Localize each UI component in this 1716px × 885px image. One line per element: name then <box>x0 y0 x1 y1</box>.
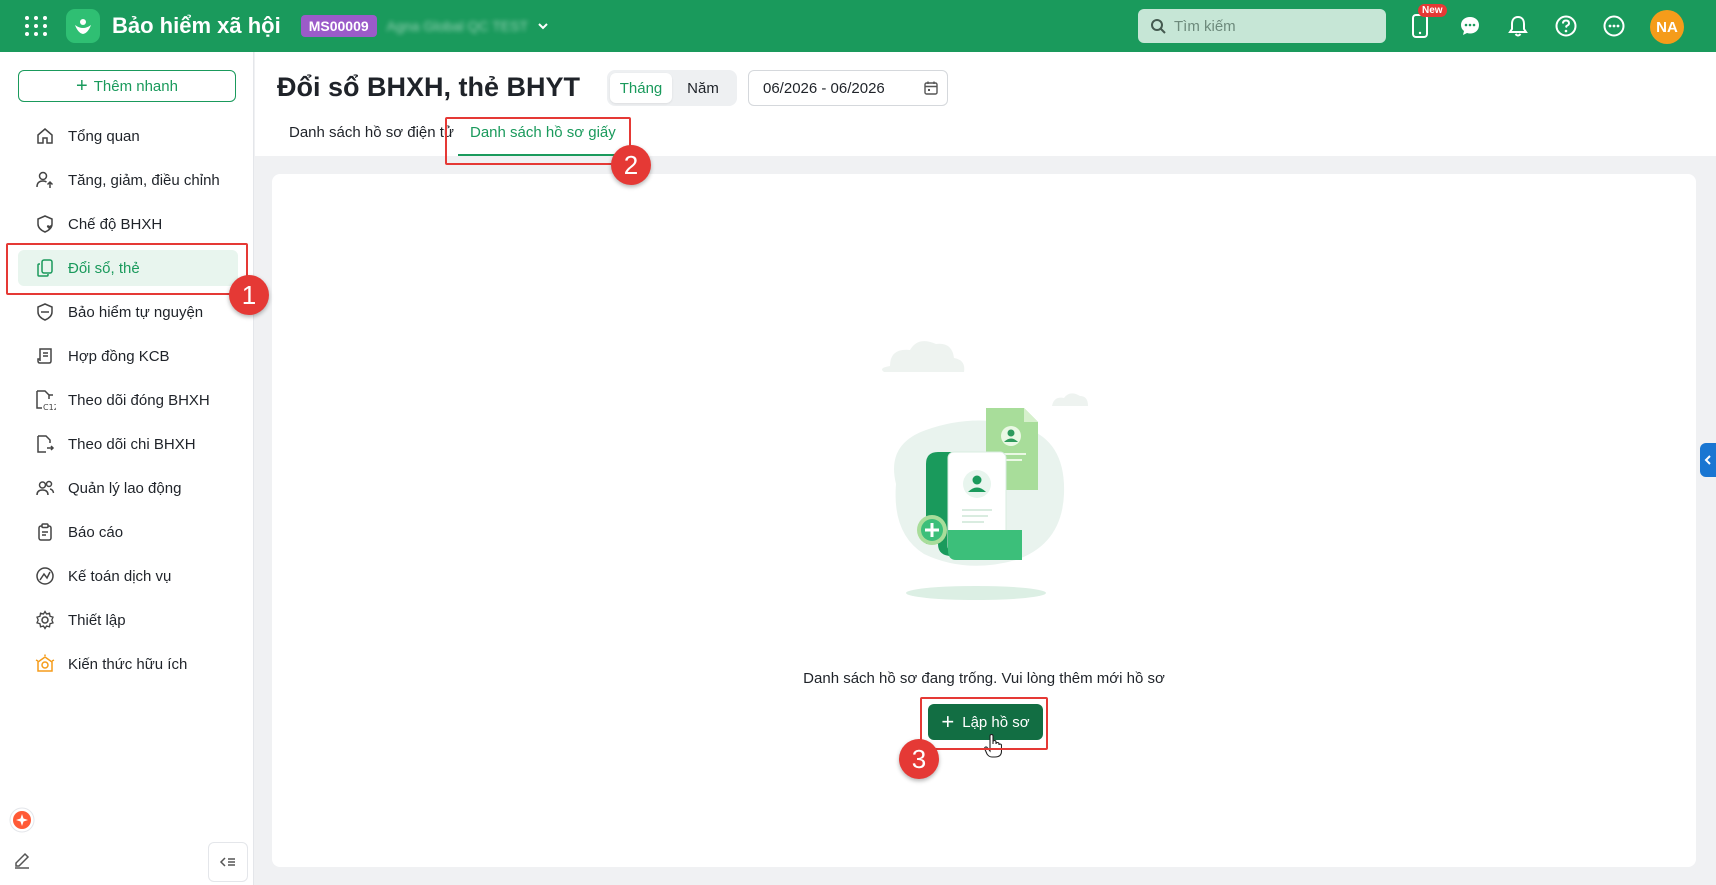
sidebar-item-label: Theo dõi đóng BHXH <box>68 391 210 409</box>
company-code-badge: MS00009 <box>300 15 377 37</box>
sidebar-item-label: Chế độ BHXH <box>68 215 163 233</box>
sidebar-item-label: Kế toán dịch vụ <box>68 567 172 585</box>
sidebar-item-service-accounting[interactable]: Kế toán dịch vụ <box>18 558 238 594</box>
sidebar-item-label: Báo cáo <box>68 523 124 541</box>
expand-panel-button[interactable] <box>1700 443 1716 477</box>
period-year-option[interactable]: Năm <box>672 73 734 103</box>
quick-add-label: Thêm nhanh <box>93 77 178 95</box>
sidebar-item-label: Thiết lập <box>68 611 126 629</box>
highlight-box-button <box>920 697 1048 750</box>
period-month-option[interactable]: Tháng <box>610 73 672 103</box>
clipboard-icon <box>34 521 56 543</box>
sidebar-item-track-spending[interactable]: Theo dõi chi BHXH <box>18 426 238 462</box>
svg-text:C12: C12 <box>43 403 56 411</box>
chevron-down-icon[interactable] <box>536 19 550 33</box>
page-title: Đổi sổ BHXH, thẻ BHYT <box>277 72 581 102</box>
highlight-box-tab <box>445 117 631 165</box>
edit-icon[interactable] <box>8 846 36 874</box>
date-range-value: 06/2026 - 06/2026 <box>763 79 885 97</box>
sidebar-item-label: Hợp đồng KCB <box>68 347 170 365</box>
search-box[interactable] <box>1138 9 1386 43</box>
mobile-app-icon[interactable]: New <box>1406 4 1447 40</box>
sidebar-item-track-payment[interactable]: C12 Theo dõi đóng BHXH <box>18 382 238 418</box>
sidebar: + Thêm nhanh Tổng quan Tăng, giảm, điều … <box>0 52 254 885</box>
sidebar-item-label: Theo dõi chi BHXH <box>68 435 196 453</box>
date-range-picker[interactable]: 06/2026 - 06/2026 <box>748 70 948 106</box>
step-marker-2: 2 <box>611 145 651 185</box>
top-bar: Bảo hiểm xã hội MS00009 Agna Global QC T… <box>0 0 1716 52</box>
users-icon <box>34 477 56 499</box>
chart-circle-icon <box>34 565 56 587</box>
plus-icon: + <box>76 75 88 97</box>
sidebar-item-label: Tăng, giảm, điều chỉnh <box>68 171 220 189</box>
more-icon[interactable] <box>1600 12 1628 40</box>
lightbulb-icon <box>34 653 56 675</box>
calendar-icon <box>924 81 938 95</box>
chat-icon[interactable] <box>1456 12 1484 40</box>
search-input[interactable] <box>1174 17 1374 35</box>
sidebar-item-voluntary-insurance[interactable]: Bảo hiểm tự nguyện <box>18 294 238 330</box>
sidebar-item-labor-management[interactable]: Quản lý lao động <box>18 470 238 506</box>
quick-add-button[interactable]: + Thêm nhanh <box>18 70 236 102</box>
sidebar-item-settings[interactable]: Thiết lập <box>18 602 238 638</box>
sidebar-item-overview[interactable]: Tổng quan <box>18 118 238 154</box>
company-name[interactable]: Agna Global QC TEST <box>387 18 528 34</box>
app-grid-icon[interactable] <box>22 12 50 40</box>
period-toggle[interactable]: Tháng Năm <box>607 70 737 106</box>
sidebar-item-bhxh-regime[interactable]: Chế độ BHXH <box>18 206 238 242</box>
home-icon <box>34 125 56 147</box>
sidebar-item-useful-knowledge[interactable]: Kiến thức hữu ích <box>18 646 238 682</box>
new-badge: New <box>1418 4 1447 17</box>
sidebar-item-label: Bảo hiểm tự nguyện <box>68 303 204 321</box>
avatar[interactable]: NA <box>1650 10 1684 44</box>
tab-electronic-records[interactable]: Danh sách hồ sơ điện tử <box>289 124 454 156</box>
app-logo[interactable] <box>66 9 100 43</box>
content-panel: Danh sách hồ sơ đang trống. Vui lòng thê… <box>272 174 1696 867</box>
collapse-icon <box>219 857 235 867</box>
chevron-left-icon <box>1704 455 1711 465</box>
help-icon[interactable] <box>1552 12 1580 40</box>
sidebar-item-reports[interactable]: Báo cáo <box>18 514 238 550</box>
bell-icon[interactable] <box>1504 12 1532 40</box>
search-icon <box>1151 19 1166 34</box>
highlight-box-sidebar <box>6 243 248 295</box>
collapse-sidebar-button[interactable] <box>208 842 248 882</box>
app-title: Bảo hiểm xã hội <box>112 13 281 38</box>
ai-assistant-icon[interactable] <box>8 806 36 834</box>
sidebar-item-adjustments[interactable]: Tăng, giảm, điều chỉnh <box>18 162 238 198</box>
step-marker-1: 1 <box>229 275 269 315</box>
sidebar-item-label: Tổng quan <box>68 127 140 145</box>
empty-state-illustration <box>882 341 1088 600</box>
user-up-icon <box>34 169 56 191</box>
shield-heart-icon <box>34 213 56 235</box>
empty-state-message: Danh sách hồ sơ đang trống. Vui lòng thê… <box>803 670 1165 687</box>
doc-c12-icon: C12 <box>34 389 56 411</box>
step-marker-3: 3 <box>899 739 939 779</box>
sidebar-item-label: Kiến thức hữu ích <box>68 655 188 673</box>
sidebar-item-label: Quản lý lao động <box>68 479 182 497</box>
doc-out-icon <box>34 433 56 455</box>
scroll-icon <box>34 345 56 367</box>
gear-icon <box>34 609 56 631</box>
tab-label: Danh sách hồ sơ điện tử <box>289 124 454 141</box>
shield-icon <box>34 301 56 323</box>
sidebar-item-kcb-contract[interactable]: Hợp đồng KCB <box>18 338 238 374</box>
